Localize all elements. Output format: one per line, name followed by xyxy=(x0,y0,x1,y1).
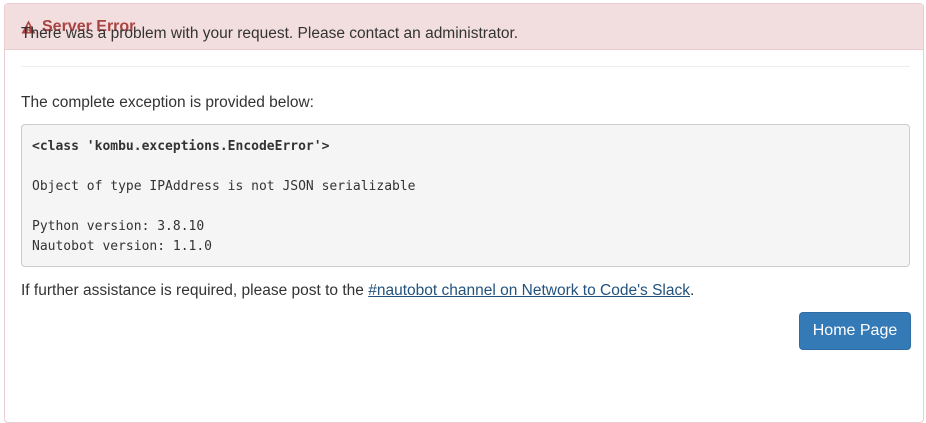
nautobot-version: Nautobot version: 1.1.0 xyxy=(32,239,213,254)
exception-block: <class 'kombu.exceptions.EncodeError'> O… xyxy=(21,124,910,267)
assist-prefix: If further assistance is required, pleas… xyxy=(21,282,369,299)
error-panel: Server Error There was a problem with yo… xyxy=(4,3,924,423)
assist-text: If further assistance is required, pleas… xyxy=(21,281,694,301)
divider xyxy=(21,66,910,67)
python-version: Python version: 3.8.10 xyxy=(32,219,205,234)
error-message: There was a problem with your request. P… xyxy=(21,25,519,42)
exception-class: <class 'kombu.exceptions.EncodeError'> xyxy=(32,139,330,154)
exception-message: Object of type IPAddress is not JSON ser… xyxy=(32,179,416,194)
exception-label: The complete exception is provided below… xyxy=(21,94,314,111)
home-page-button[interactable]: Home Page xyxy=(799,312,911,350)
assist-suffix: . xyxy=(690,282,695,299)
slack-channel-link[interactable]: #nautobot channel on Network to Code's S… xyxy=(368,282,690,299)
